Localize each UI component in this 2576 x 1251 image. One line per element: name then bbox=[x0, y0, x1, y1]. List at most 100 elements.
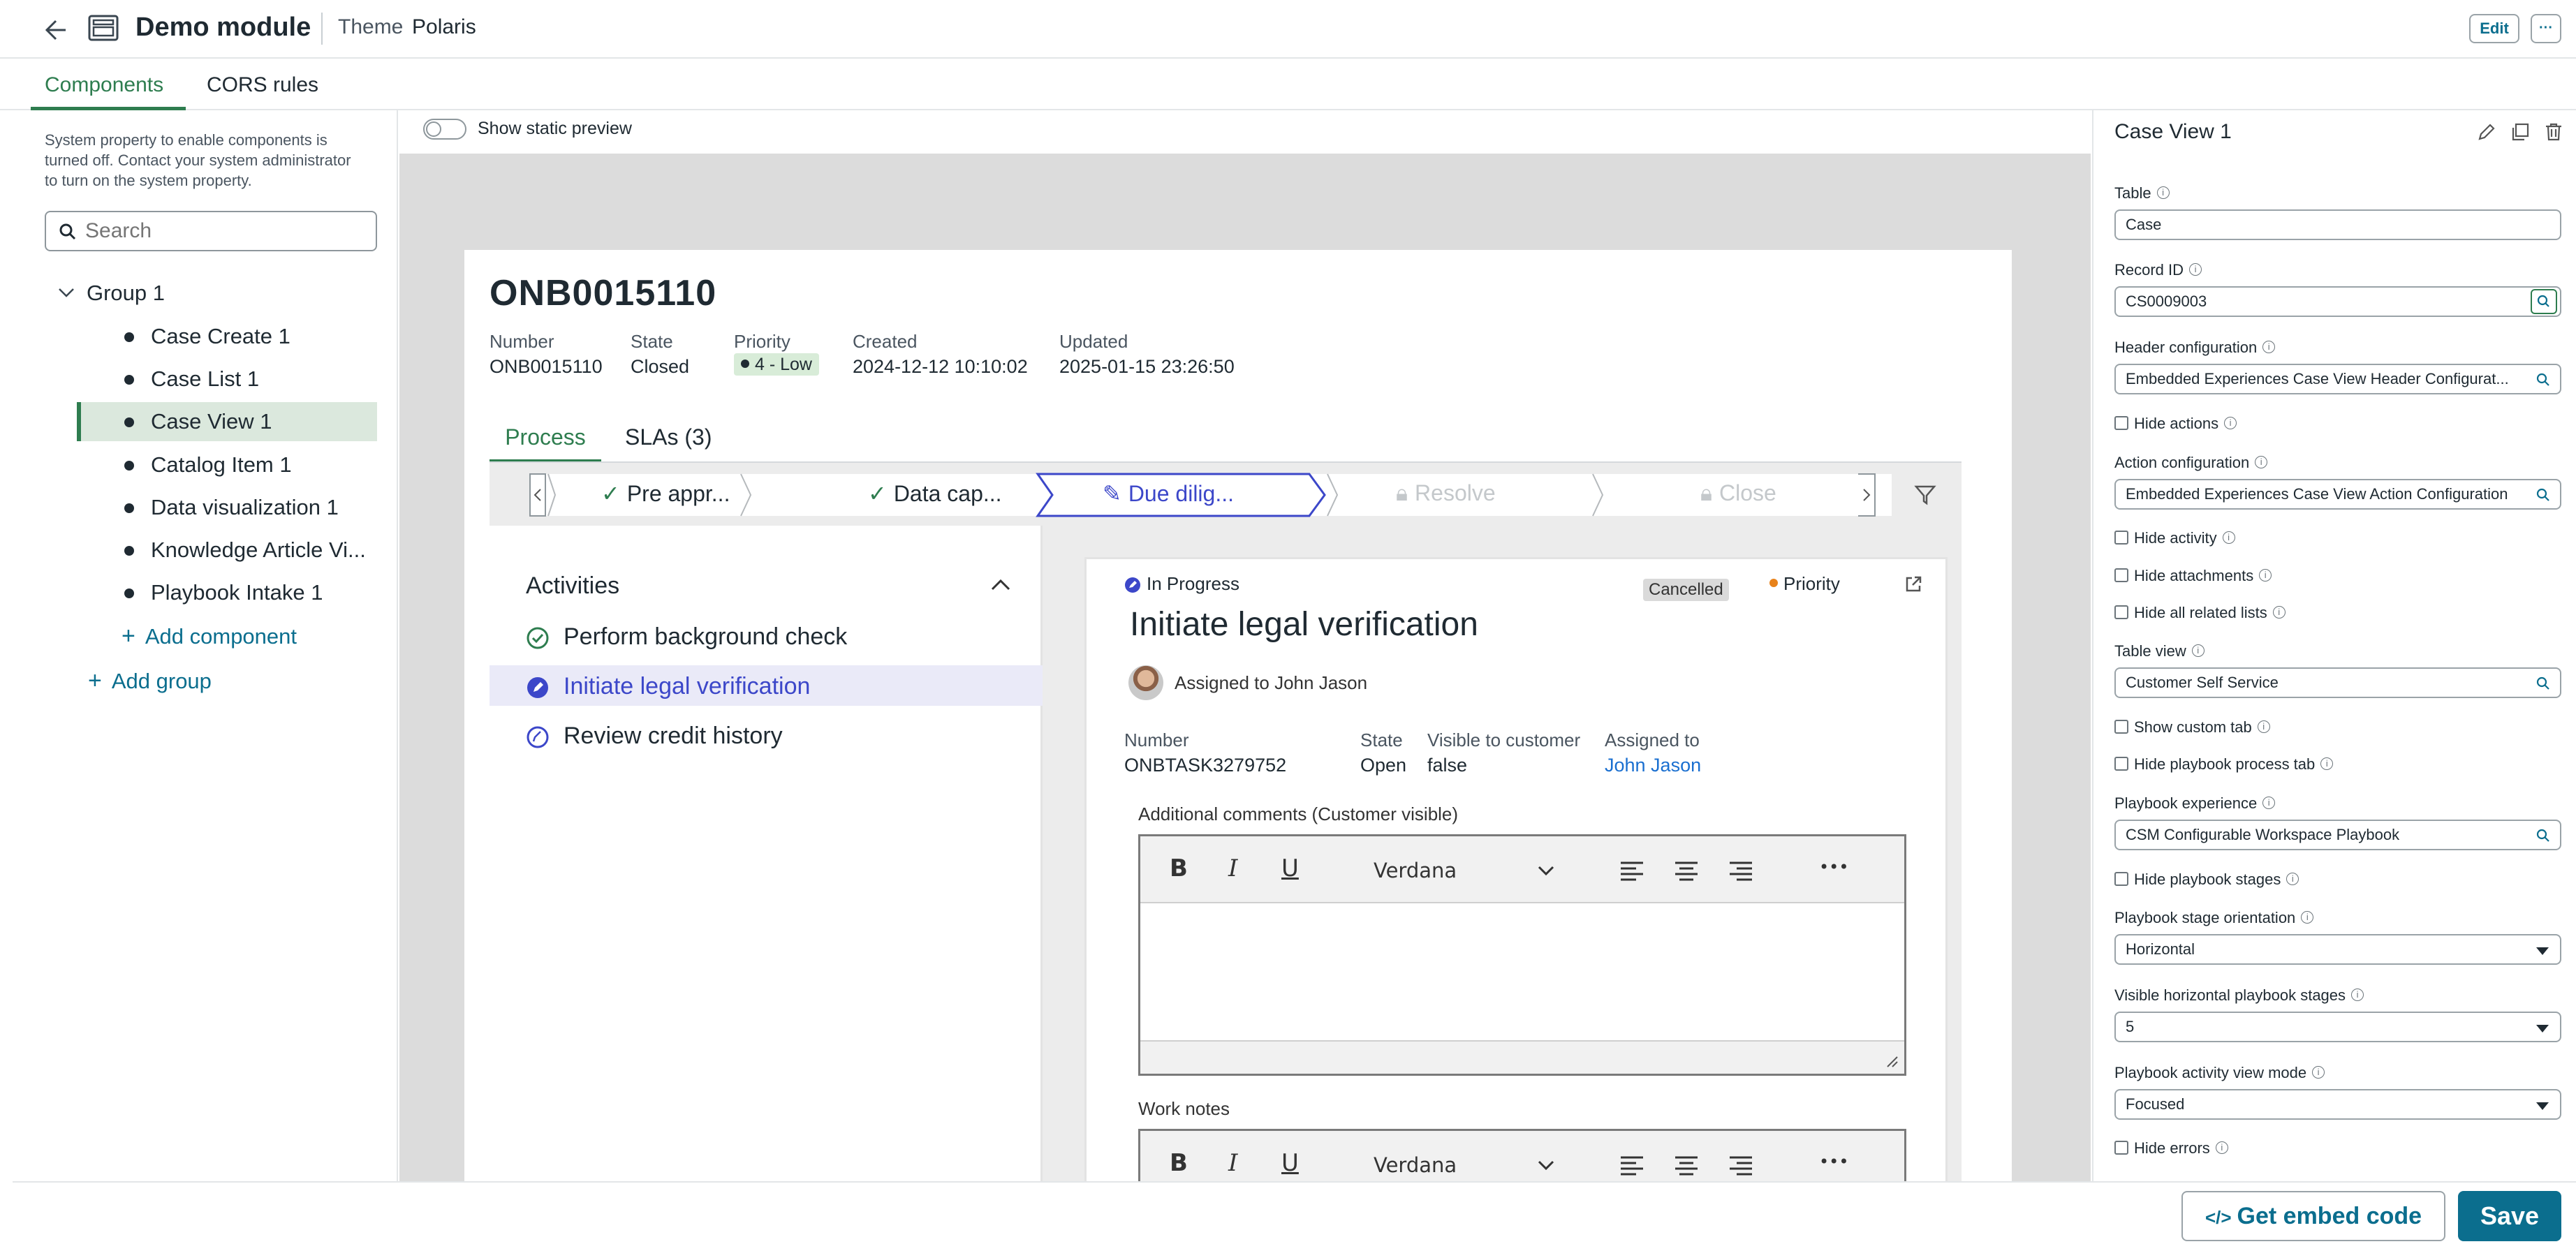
embed-label: Get embed code bbox=[2237, 1203, 2422, 1229]
playbook-exp-field[interactable]: CSM Configurable Workspace Playbook bbox=[2114, 820, 2561, 850]
priority-value: 4 - Low bbox=[755, 355, 812, 374]
task-status: In Progress bbox=[1124, 573, 1239, 595]
search-input[interactable] bbox=[85, 218, 365, 244]
group-chevron-down-icon[interactable] bbox=[57, 286, 75, 299]
show-custom-tab-checkbox[interactable]: Show custom tab i bbox=[2114, 718, 2270, 736]
tree-item[interactable]: Playbook Intake 1 bbox=[77, 573, 377, 612]
chevron-down-icon[interactable] bbox=[1537, 864, 1555, 877]
checkbox-box[interactable] bbox=[2114, 757, 2128, 771]
tree-item[interactable]: Knowledge Article Vi... bbox=[77, 531, 377, 570]
align-right-icon[interactable] bbox=[1728, 860, 1753, 881]
align-left-icon[interactable] bbox=[1619, 860, 1644, 881]
tab-process[interactable]: Process bbox=[490, 420, 601, 462]
hide-playbook-tab-checkbox[interactable]: Hide playbook process tab i bbox=[2114, 755, 2334, 773]
stage-orientation-select[interactable]: Horizontal bbox=[2114, 934, 2561, 965]
stage-current[interactable]: ✎ Due dilig... bbox=[1103, 480, 1234, 507]
align-left-icon[interactable] bbox=[1619, 1155, 1644, 1176]
filter-icon[interactable] bbox=[1914, 484, 1936, 506]
bold-button[interactable]: B bbox=[1170, 854, 1188, 882]
table-field[interactable]: Case bbox=[2114, 209, 2561, 240]
comments-editor[interactable]: B I U Verdana ••• bbox=[1138, 834, 1906, 1076]
plus-icon: + bbox=[88, 667, 102, 694]
checkbox-box[interactable] bbox=[2114, 1141, 2128, 1155]
comments-label: Additional comments (Customer visible) bbox=[1138, 804, 1459, 824]
trash-icon[interactable] bbox=[2543, 121, 2564, 142]
font-select[interactable]: Verdana bbox=[1374, 1153, 1457, 1177]
tree-item[interactable]: Case Create 1 bbox=[77, 317, 377, 356]
header-config-field[interactable]: Embedded Experiences Case View Header Co… bbox=[2114, 364, 2561, 394]
table-view-field[interactable]: Customer Self Service bbox=[2114, 667, 2561, 698]
bullet-icon bbox=[124, 503, 134, 513]
font-select[interactable]: Verdana bbox=[1374, 859, 1457, 882]
hide-activity-checkbox[interactable]: Hide activity i bbox=[2114, 529, 2235, 547]
stage-done[interactable]: ✓ Data cap... bbox=[868, 480, 1002, 507]
search-icon[interactable] bbox=[2531, 289, 2557, 314]
action-config-field[interactable]: Embedded Experiences Case View Action Co… bbox=[2114, 479, 2561, 510]
checkbox-box[interactable] bbox=[2114, 605, 2128, 620]
search-icon[interactable] bbox=[2535, 371, 2552, 388]
label-text: Record ID bbox=[2114, 261, 2184, 279]
chevron-down-icon[interactable] bbox=[1537, 1159, 1555, 1171]
edit-button[interactable]: Edit bbox=[2469, 14, 2519, 43]
align-right-icon[interactable] bbox=[1728, 1155, 1753, 1176]
label-text: Playbook stage orientation bbox=[2114, 909, 2296, 926]
group-label[interactable]: Group 1 bbox=[87, 274, 165, 313]
pencil-icon: ✎ bbox=[1103, 481, 1121, 506]
activity-item[interactable]: Initiate legal verification bbox=[526, 673, 810, 708]
italic-button[interactable]: I bbox=[1228, 1149, 1237, 1177]
search-icon[interactable] bbox=[2535, 675, 2552, 692]
checkbox-box[interactable] bbox=[2114, 531, 2128, 545]
chevron-up-icon[interactable] bbox=[989, 577, 1012, 592]
align-center-icon[interactable] bbox=[1674, 860, 1699, 881]
back-arrow-icon[interactable] bbox=[43, 18, 68, 42]
assigned-to-link[interactable]: John Jason bbox=[1605, 755, 1701, 776]
underline-button[interactable]: U bbox=[1281, 854, 1299, 882]
activity-item[interactable]: Review credit history bbox=[526, 723, 783, 757]
open-external-icon[interactable] bbox=[1904, 575, 1923, 594]
search-icon[interactable] bbox=[2535, 827, 2552, 844]
checkbox-box[interactable] bbox=[2114, 568, 2128, 583]
record-id-field[interactable]: CS0009003 bbox=[2114, 286, 2561, 317]
pencil-icon[interactable] bbox=[2476, 121, 2497, 142]
plus-icon: + bbox=[122, 623, 135, 649]
align-center-icon[interactable] bbox=[1674, 1155, 1699, 1176]
bold-button[interactable]: B bbox=[1170, 1149, 1188, 1177]
get-embed-code-button[interactable]: </> Get embed code bbox=[2181, 1191, 2445, 1241]
hide-errors-checkbox[interactable]: Hide errors i bbox=[2114, 1139, 2228, 1157]
tree-item[interactable]: Data visualization 1 bbox=[77, 488, 377, 527]
checkbox-box[interactable] bbox=[2114, 872, 2128, 887]
underline-button[interactable]: U bbox=[1281, 1149, 1299, 1177]
activity-item[interactable]: Perform background check bbox=[526, 623, 847, 658]
add-group-button[interactable]: + Add group bbox=[88, 667, 212, 698]
table-label: Table i bbox=[2114, 184, 2170, 202]
save-button[interactable]: Save bbox=[2458, 1191, 2561, 1241]
resize-handle-icon[interactable] bbox=[1883, 1053, 1899, 1068]
info-icon: i bbox=[2320, 757, 2334, 771]
stage-done[interactable]: ✓ Pre appr... bbox=[601, 480, 730, 507]
checkbox-box[interactable] bbox=[2114, 416, 2128, 431]
visible-stages-select[interactable]: 5 bbox=[2114, 1012, 2561, 1042]
more-tools-button[interactable]: ••• bbox=[1819, 857, 1848, 877]
more-options-button[interactable]: ··· bbox=[2531, 14, 2561, 43]
tab-slas[interactable]: SLAs (3) bbox=[625, 420, 712, 454]
search-field[interactable] bbox=[45, 211, 377, 251]
italic-button[interactable]: I bbox=[1228, 854, 1237, 882]
more-tools-button[interactable]: ••• bbox=[1819, 1152, 1848, 1171]
tree-item-selected[interactable]: Case View 1 bbox=[77, 402, 377, 441]
checkbox-box[interactable] bbox=[2114, 720, 2128, 734]
hide-attachments-checkbox[interactable]: Hide attachments i bbox=[2114, 567, 2272, 585]
tree-item-label: Playbook Intake 1 bbox=[151, 580, 323, 605]
duplicate-icon[interactable] bbox=[2510, 121, 2531, 142]
static-preview-toggle[interactable] bbox=[423, 119, 466, 140]
add-component-button[interactable]: + Add component bbox=[122, 623, 297, 653]
hide-playbook-stages-checkbox[interactable]: Hide playbook stages i bbox=[2114, 871, 2299, 889]
tab-cors-rules[interactable]: CORS rules bbox=[207, 60, 318, 110]
hide-actions-checkbox[interactable]: Hide actions i bbox=[2114, 415, 2237, 433]
tree-item[interactable]: Catalog Item 1 bbox=[77, 445, 377, 484]
search-icon[interactable] bbox=[2535, 487, 2552, 503]
activity-view-value: Focused bbox=[2126, 1095, 2185, 1113]
hide-related-lists-checkbox[interactable]: Hide all related lists i bbox=[2114, 604, 2286, 622]
tab-components[interactable]: Components bbox=[31, 60, 186, 110]
tree-item[interactable]: Case List 1 bbox=[77, 360, 377, 399]
activity-view-select[interactable]: Focused bbox=[2114, 1089, 2561, 1120]
